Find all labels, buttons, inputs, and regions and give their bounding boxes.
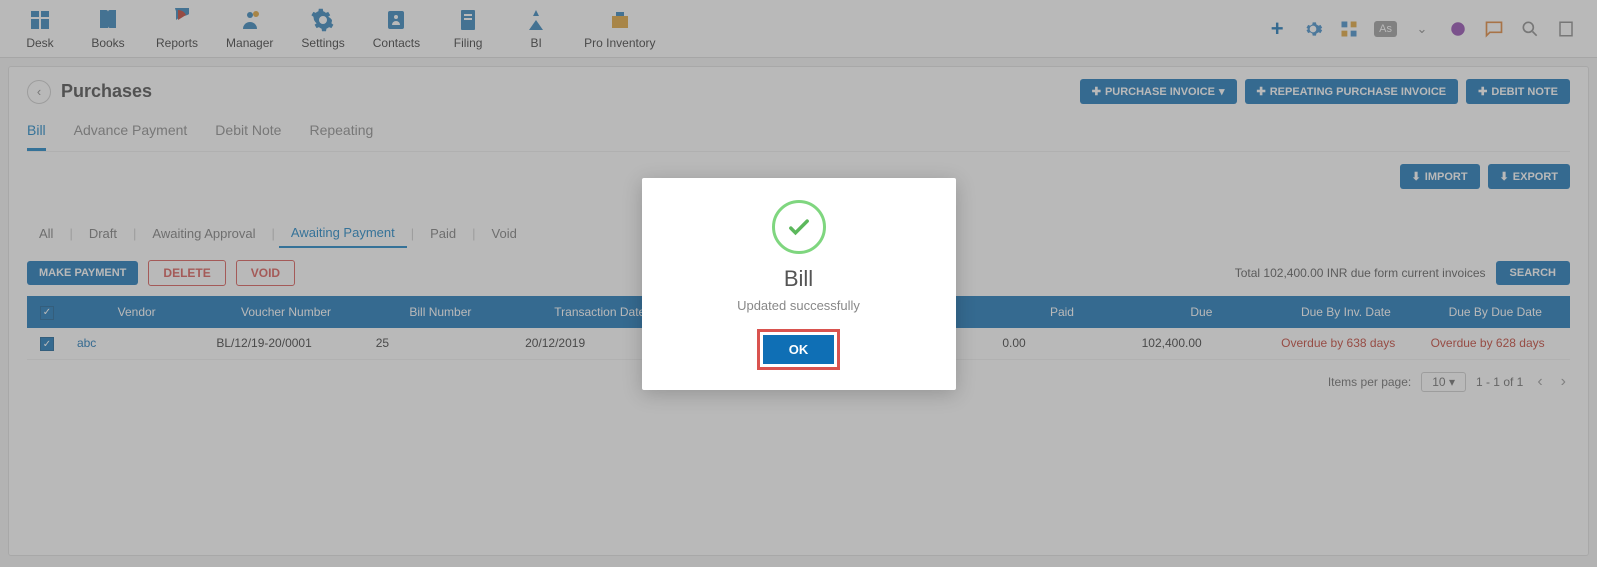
success-check-icon	[772, 200, 826, 254]
modal-box: Bill Updated successfully OK	[642, 178, 956, 390]
modal-subtitle: Updated successfully	[662, 298, 936, 313]
modal-title: Bill	[662, 266, 936, 292]
modal-ok-button[interactable]: OK	[763, 335, 835, 364]
ok-highlight-box: OK	[757, 329, 841, 370]
modal-overlay: Bill Updated successfully OK	[0, 0, 1597, 567]
